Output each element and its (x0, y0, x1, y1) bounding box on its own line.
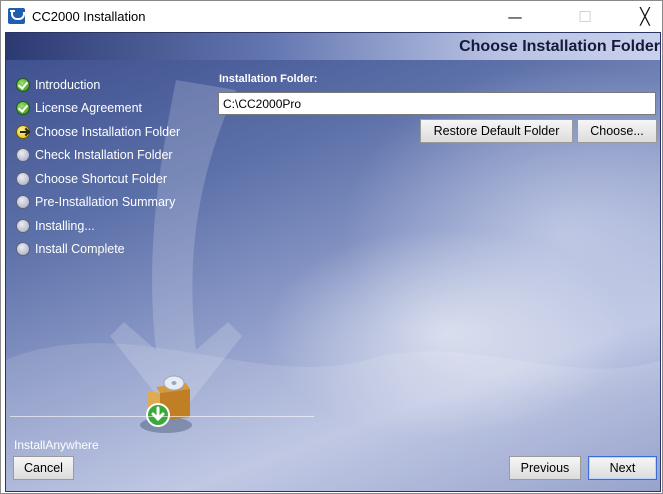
installation-folder-input[interactable] (218, 92, 656, 115)
empty-circle-icon (16, 218, 30, 233)
minimize-button[interactable]: — (492, 1, 538, 32)
step-installing: Installing... (16, 214, 180, 238)
step-label: Introduction (35, 77, 101, 92)
page-title: Choose Installation Folder (459, 38, 660, 55)
step-choose-shortcut-folder: Choose Shortcut Folder (16, 167, 180, 191)
empty-circle-icon (16, 171, 30, 186)
step-introduction: Introduction (16, 73, 180, 97)
empty-circle-icon (16, 195, 30, 210)
window-title: CC2000 Installation (32, 9, 146, 24)
choose-folder-button[interactable]: Choose... (577, 119, 657, 143)
maximize-button[interactable]: ☐ (562, 1, 608, 32)
step-license-agreement: License Agreement (16, 97, 180, 121)
empty-circle-icon (16, 242, 30, 257)
header-band: Choose Installation Folder (6, 33, 660, 60)
checkmark-circle-icon (16, 77, 30, 92)
step-check-installation-folder: Check Installation Folder (16, 144, 180, 168)
next-button[interactable]: Next (588, 456, 657, 480)
previous-button[interactable]: Previous (509, 456, 581, 480)
title-bar: CC2000 Installation — ☐ ╳ (1, 1, 662, 32)
step-label: Choose Installation Folder (35, 124, 181, 139)
step-label: Check Installation Folder (35, 148, 173, 163)
footer-divider (10, 416, 314, 417)
app-logo-icon (8, 8, 25, 24)
cancel-button[interactable]: Cancel (13, 456, 74, 480)
installer-panel: Choose Installation Folder Introduction … (5, 32, 661, 492)
restore-default-folder-button[interactable]: Restore Default Folder (420, 119, 573, 143)
step-label: Choose Shortcut Folder (35, 171, 168, 186)
step-pre-installation-summary: Pre-Installation Summary (16, 191, 180, 215)
step-choose-installation-folder: Choose Installation Folder (16, 120, 180, 144)
installanywhere-brand: InstallAnywhere (14, 438, 99, 452)
empty-circle-icon (16, 148, 30, 163)
step-label: Installing... (35, 218, 95, 233)
step-label: Install Complete (35, 242, 125, 257)
checkmark-circle-icon (16, 101, 30, 116)
install-box-icon (140, 375, 192, 433)
installer-window: CC2000 Installation — ☐ ╳ Choose Install… (0, 0, 663, 494)
step-label: License Agreement (35, 101, 143, 116)
step-label: Pre-Installation Summary (35, 195, 176, 210)
arrow-right-circle-icon (16, 124, 30, 139)
installation-folder-label: Installation Folder: (219, 73, 318, 85)
close-button[interactable]: ╳ (622, 1, 663, 32)
step-list: Introduction License Agreement Choose In… (16, 73, 180, 261)
step-install-complete: Install Complete (16, 238, 180, 262)
